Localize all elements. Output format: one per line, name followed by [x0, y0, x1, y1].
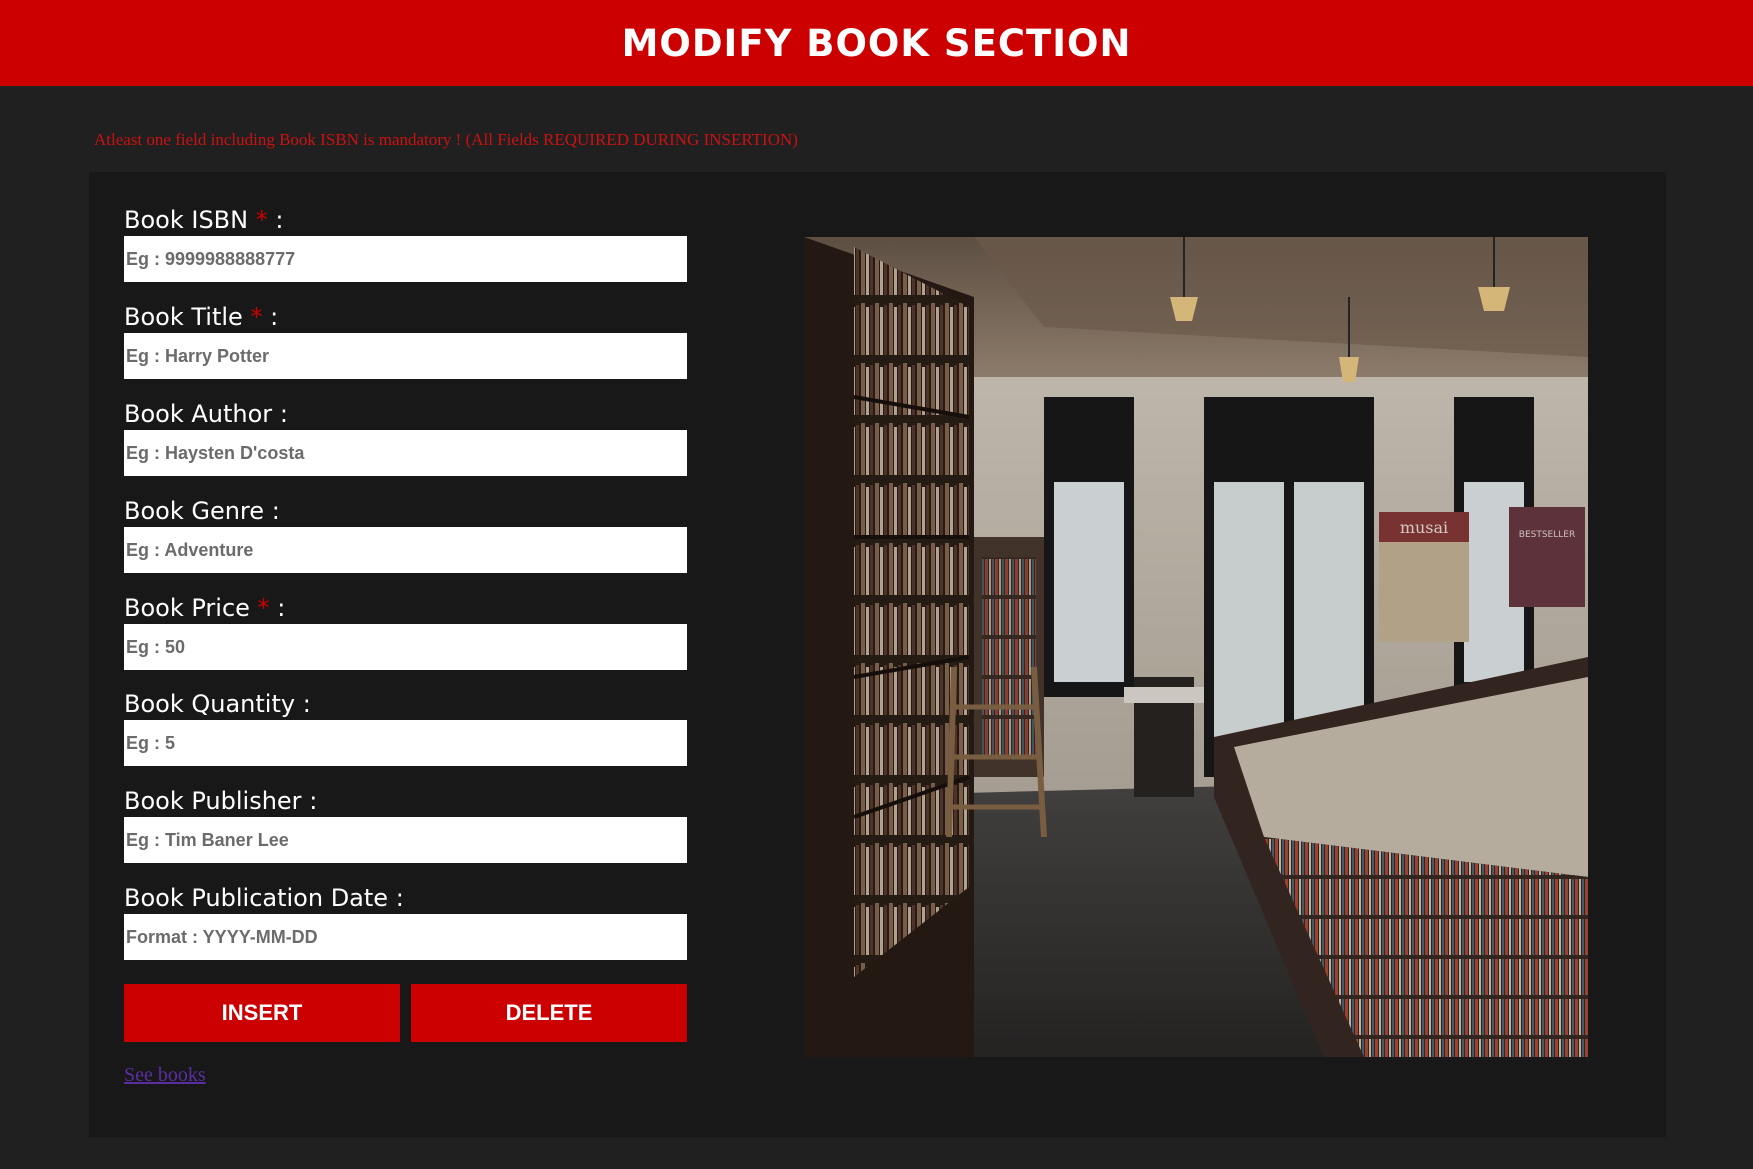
isbn-input[interactable] — [124, 236, 687, 282]
bookstore-photo: musai BESTSELLER — [804, 237, 1588, 1057]
genre-input[interactable] — [124, 527, 687, 573]
insert-button[interactable]: INSERT — [124, 984, 400, 1042]
page-title: MODIFY BOOK SECTION — [621, 21, 1132, 65]
price-label: Book Price * : — [124, 594, 286, 622]
author-input[interactable] — [124, 430, 687, 476]
form-panel: Book ISBN * : Book Title * : Book Author… — [89, 172, 1666, 1137]
publisher-label: Book Publisher : — [124, 787, 318, 815]
delete-button[interactable]: DELETE — [411, 984, 687, 1042]
quantity-input[interactable] — [124, 720, 687, 766]
see-books-link[interactable]: See books — [124, 1064, 206, 1087]
genre-label: Book Genre : — [124, 497, 280, 525]
author-label: Book Author : — [124, 400, 288, 428]
publication-date-input[interactable] — [124, 914, 687, 960]
title-input[interactable] — [124, 333, 687, 379]
mandatory-notice: Atleast one field including Book ISBN is… — [94, 130, 798, 149]
quantity-label: Book Quantity : — [124, 690, 311, 718]
publication-date-label: Book Publication Date : — [124, 884, 404, 912]
price-input[interactable] — [124, 624, 687, 670]
title-label: Book Title * : — [124, 303, 279, 331]
publisher-input[interactable] — [124, 817, 687, 863]
isbn-label: Book ISBN * : — [124, 206, 284, 234]
page-header: MODIFY BOOK SECTION — [0, 0, 1753, 86]
